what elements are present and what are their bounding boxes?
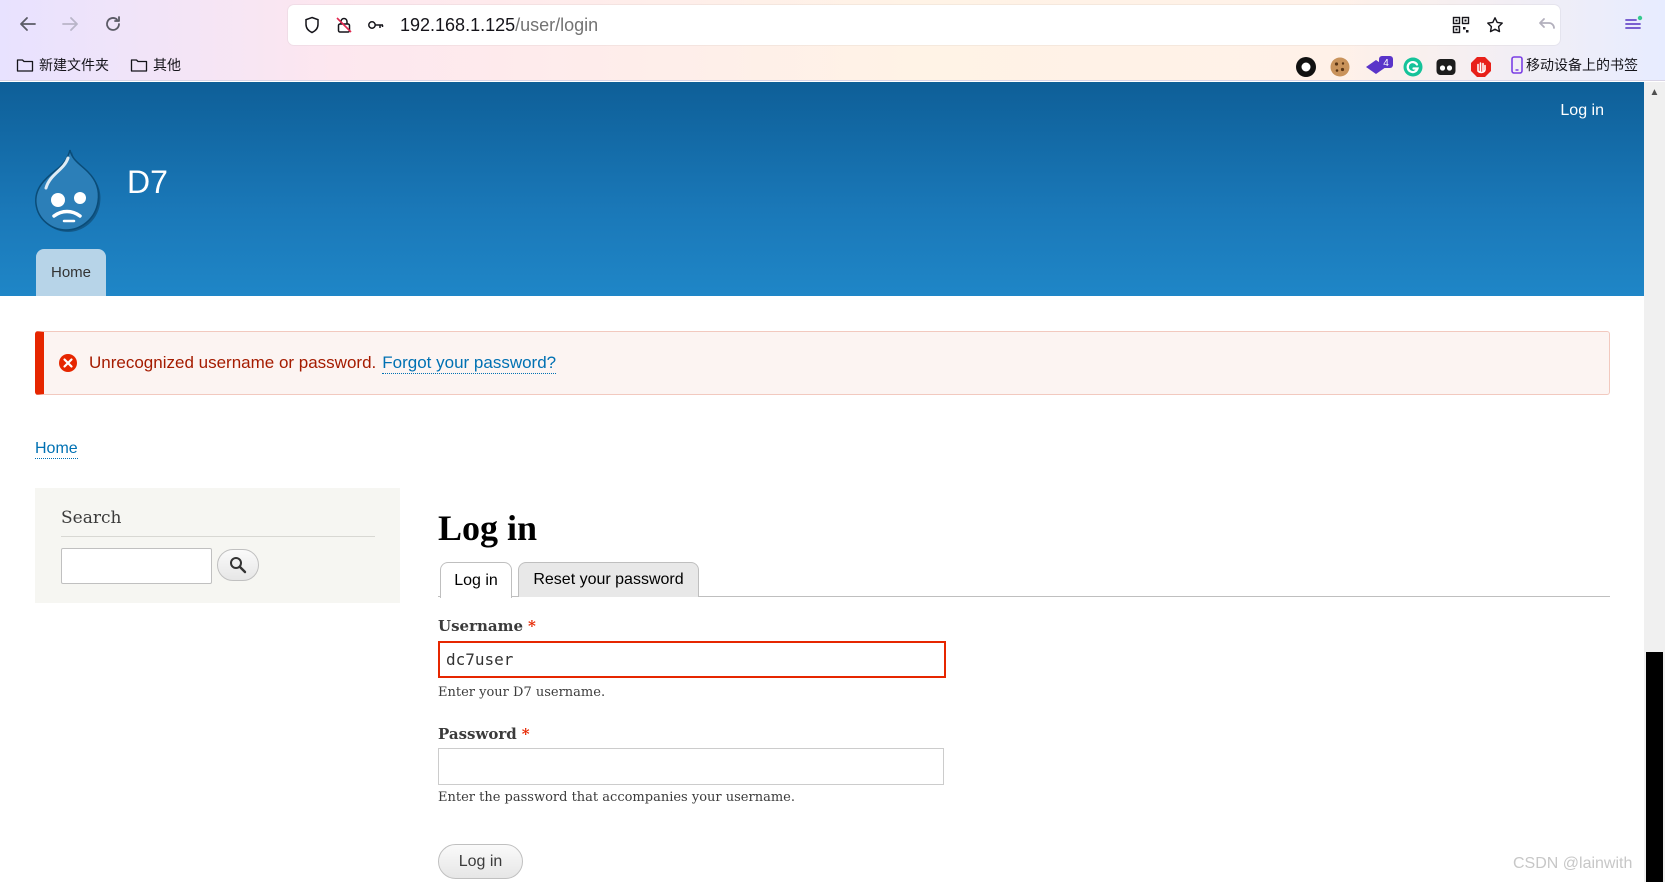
grammarly-extension-icon[interactable] — [1402, 56, 1424, 78]
password-label-text: Password — [438, 725, 517, 743]
undo-close-tab-button[interactable] — [1531, 8, 1563, 40]
password-description: Enter the password that accompanies your… — [438, 790, 795, 805]
search-button[interactable] — [217, 549, 259, 581]
record-extension-icon[interactable] — [1295, 56, 1317, 78]
mobile-device-icon — [1511, 56, 1523, 74]
drupal-logo-icon[interactable] — [32, 148, 106, 232]
back-arrow-icon — [20, 17, 36, 31]
search-input[interactable] — [61, 548, 212, 584]
reload-button[interactable] — [97, 8, 129, 40]
shield-icon[interactable] — [302, 15, 322, 35]
local-tabs: Log in Reset your password — [438, 561, 1610, 598]
hamburger-menu-icon — [1625, 15, 1643, 29]
forgot-password-link[interactable]: Forgot your password? — [382, 353, 557, 374]
login-submit-button[interactable]: Log in — [438, 844, 523, 879]
error-icon — [59, 354, 77, 372]
password-field[interactable] — [438, 748, 944, 785]
tab-reset-password[interactable]: Reset your password — [518, 562, 699, 597]
bookmark-folder-other[interactable]: 其他 — [130, 55, 181, 75]
folder-icon — [16, 59, 34, 72]
page-scrollbar[interactable]: ▲ — [1644, 82, 1665, 882]
app-menu-button[interactable] — [1617, 8, 1649, 40]
reload-icon — [106, 16, 120, 31]
mobile-bookmarks-label: 移动设备上的书签 — [1526, 57, 1638, 73]
search-block-title: Search — [61, 508, 375, 537]
qr-code-icon[interactable] — [1451, 15, 1471, 35]
error-message: Unrecognized username or password. Forgo… — [35, 331, 1610, 395]
required-marker: * — [521, 725, 530, 743]
mask-extension-icon[interactable] — [1435, 56, 1457, 78]
browser-toolbar: 192.168.1.125/user/login 新建文件夹 其他 4 移动设备… — [0, 0, 1665, 81]
bookmarks-bar: 新建文件夹 其他 4 移动设备上的书签 — [0, 53, 1665, 81]
main-menu-home[interactable]: Home — [36, 249, 106, 296]
extension-badge-count: 4 — [1383, 58, 1389, 69]
key-icon[interactable] — [366, 15, 386, 35]
scrollbar-thumb[interactable] — [1646, 652, 1663, 882]
address-bar[interactable]: 192.168.1.125/user/login — [288, 5, 1560, 45]
sidebar-search-block: Search — [35, 488, 400, 603]
bookmark-label: 其他 — [153, 57, 181, 73]
password-label: Password * — [438, 725, 530, 743]
username-description: Enter your D7 username. — [438, 685, 606, 700]
error-text: Unrecognized username or password. — [89, 353, 377, 372]
required-marker: * — [528, 617, 536, 635]
back-button[interactable] — [12, 8, 44, 40]
breadcrumb-home[interactable]: Home — [35, 440, 78, 459]
search-icon — [230, 557, 247, 574]
site-name[interactable]: D7 — [127, 164, 168, 201]
watermark: CSDN @lainwith — [1513, 855, 1633, 872]
folder-icon — [130, 59, 148, 72]
bookmark-folder-new[interactable]: 新建文件夹 — [16, 55, 109, 75]
bookmark-star-icon[interactable] — [1485, 15, 1505, 35]
adblock-extension-icon[interactable] — [1470, 56, 1492, 78]
username-label: Username * — [438, 617, 536, 635]
site-header: Log in D7 Home — [0, 82, 1644, 296]
forward-arrow-icon — [62, 17, 78, 31]
page-title: Log in — [438, 508, 538, 548]
url-text[interactable]: 192.168.1.125/user/login — [400, 15, 598, 36]
url-host: 192.168.1.125 — [400, 15, 516, 35]
username-label-text: Username — [438, 617, 524, 635]
badge-extension-icon[interactable]: 4 — [1364, 56, 1394, 78]
url-path: /user/login — [515, 15, 599, 35]
undo-icon — [1539, 18, 1555, 29]
cookie-extension-icon[interactable] — [1329, 56, 1351, 78]
scroll-up-arrow-icon[interactable]: ▲ — [1644, 82, 1665, 103]
header-login-link[interactable]: Log in — [1560, 102, 1604, 120]
bookmark-label: 新建文件夹 — [39, 57, 109, 73]
tab-login[interactable]: Log in — [440, 562, 512, 598]
mobile-bookmarks[interactable]: 移动设备上的书签 — [1510, 55, 1638, 75]
username-field[interactable]: dc7user — [438, 641, 946, 678]
insecure-lock-icon[interactable] — [334, 15, 354, 35]
forward-button[interactable] — [54, 8, 86, 40]
